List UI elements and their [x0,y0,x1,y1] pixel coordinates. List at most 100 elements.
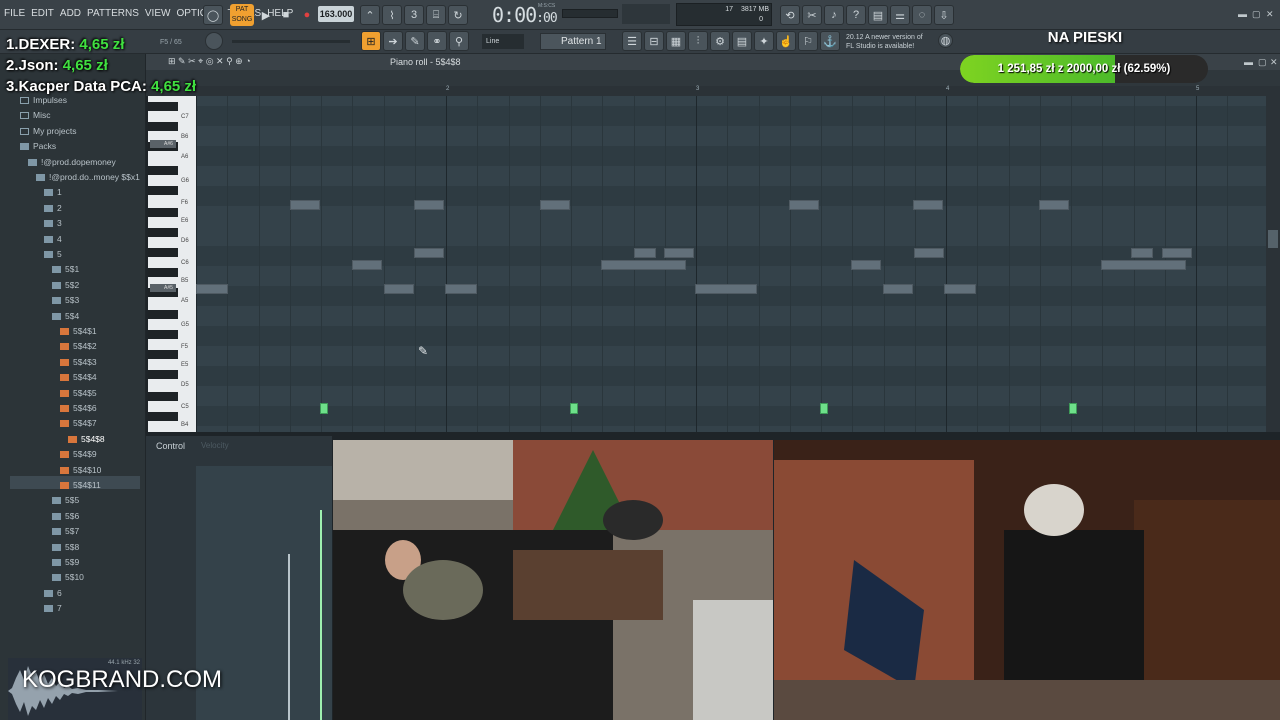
pencil-icon[interactable]: ✎ [405,31,425,51]
midi-note[interactable] [384,284,414,294]
pr-minimize-icon[interactable]: ▬ [1244,57,1253,67]
download-icon[interactable]: ⇩ [934,5,954,25]
black-key[interactable] [148,350,178,359]
browser-item[interactable]: 5$8 [52,542,79,552]
touch-controller-icon[interactable]: ☝ [776,31,796,51]
midi-note[interactable] [789,200,819,210]
midi-note[interactable] [540,200,570,210]
wait-icon[interactable]: ⌇ [382,5,402,25]
browser-item[interactable]: 5$4$9 [60,449,97,459]
browser-item[interactable]: 5$4$1 [60,326,97,336]
browser-item[interactable]: 5$9 [52,557,79,567]
black-key[interactable] [148,186,178,195]
browser-item[interactable]: 5$6 [52,511,79,521]
step-edit-icon[interactable]: ⌸ [426,5,446,25]
link-icon[interactable]: ⚭ [427,31,447,51]
vertical-scrollbar[interactable] [1266,96,1280,432]
browser-item[interactable]: 5$5 [52,495,79,505]
midi-note[interactable] [445,284,477,294]
chat-icon[interactable]: ◌ [912,5,932,25]
minimize-icon[interactable]: ▬ [1238,9,1247,19]
black-key[interactable] [148,122,178,131]
browser-item[interactable]: 5$1 [52,264,79,274]
midi-note-selected[interactable] [320,403,328,414]
velocity-bar[interactable] [320,510,322,720]
timeline-ruler[interactable]: 2 3 4 5 [146,86,1280,96]
black-key[interactable] [148,412,178,421]
loop-record-icon[interactable]: ↻ [448,5,468,25]
browser-item[interactable]: 5$4$8 [68,434,105,444]
black-key[interactable] [148,330,178,339]
midi-note[interactable] [414,200,444,210]
main-volume-knob[interactable] [205,32,223,50]
main-pitch-slider[interactable] [232,40,350,43]
pat-song-toggle[interactable]: PAT SONG [230,4,254,26]
pr-close-icon[interactable]: ✕ [1270,57,1278,68]
browser-item[interactable]: !@prod.do..money $$x1 [36,172,140,182]
line-mode-select[interactable]: Line [482,34,524,49]
close-icon[interactable]: ✕ [1266,9,1274,20]
midi-note[interactable] [695,284,757,294]
record-icon[interactable]: ● [297,5,317,25]
browser-item[interactable]: 3 [44,218,62,228]
browser-item[interactable]: Packs [20,141,56,151]
midi-note[interactable] [414,248,444,258]
reset-icon[interactable]: ⟲ [780,5,800,25]
browser-item[interactable]: 5$4$7 [60,418,97,428]
browser-item[interactable]: 7 [44,603,62,613]
black-key[interactable] [148,370,178,379]
browser-item[interactable]: 5 [44,249,62,259]
browser-item[interactable]: 5$3 [52,295,79,305]
menu-item-edit[interactable]: EDIT [31,8,54,19]
midi-note[interactable] [352,260,382,270]
mixer-icon[interactable]: ⚌ [890,5,910,25]
menu-item-file[interactable]: FILE [4,8,25,19]
mixer-view-icon[interactable]: ⫶ [688,31,708,51]
midi-note[interactable] [944,284,976,294]
render-icon[interactable]: ⚓ [820,31,840,51]
browser-item[interactable]: 2 [44,203,62,213]
tempo-tapper-icon[interactable]: ⚐ [798,31,818,51]
browser-item[interactable]: 6 [44,588,62,598]
metronome-icon[interactable]: ⌃ [360,5,380,25]
tempo-display[interactable]: 163.000 [318,6,354,22]
browser-item[interactable]: 5$4$5 [60,388,97,398]
playlist-icon[interactable]: ☰ [622,31,642,51]
menu-item-add[interactable]: ADD [60,8,81,19]
browser-item[interactable]: 5$4$11 [60,480,101,490]
browser-item[interactable]: 5$4 [52,311,79,321]
midi-note[interactable] [1131,248,1153,258]
midi-note[interactable] [634,248,656,258]
note-grid[interactable]: ✎ [196,96,1266,432]
browser-item[interactable]: 5$4$4 [60,372,97,382]
stop-icon[interactable]: ■ [276,5,296,25]
browser-item[interactable]: 5$4$6 [60,403,97,413]
midi-note[interactable] [913,200,943,210]
browser-item[interactable]: 5$2 [52,280,79,290]
piano-roll-icon[interactable]: ⊟ [644,31,664,51]
midi-note[interactable] [1039,200,1069,210]
browser-item[interactable]: 5$4$2 [60,341,97,351]
control-label[interactable]: Control [156,441,185,451]
cut-icon[interactable]: ✂ [802,5,822,25]
midi-note[interactable] [1101,260,1186,270]
channel-rack-icon[interactable]: ▦ [666,31,686,51]
pattern-select[interactable]: Pattern 1 [540,33,606,50]
menu-item-patterns[interactable]: PATTERNS [87,8,139,19]
piano-keyboard[interactable]: C7 B6 A6 G6 F6 E6 D6 C6 B5 A5 G5 F5 E5 D5 C5 B4 A#6 A#5 [148,96,196,432]
midi-note[interactable] [601,260,686,270]
black-key[interactable] [148,310,178,319]
black-key[interactable] [148,268,178,277]
black-key[interactable] [148,166,178,175]
black-key[interactable] [148,228,178,237]
midi-note[interactable] [851,260,881,270]
master-pitch-slider[interactable] [562,9,618,18]
plugin-icon[interactable]: ⚙ [710,31,730,51]
midi-note-selected[interactable] [570,403,578,414]
scroll-thumb[interactable] [1268,230,1278,248]
black-key[interactable] [148,248,178,257]
arrow-icon[interactable]: ➔ [383,31,403,51]
browser-item[interactable]: 5$4$10 [60,465,101,475]
update-icon[interactable]: ◍ [938,33,953,48]
midi-note[interactable] [196,284,228,294]
